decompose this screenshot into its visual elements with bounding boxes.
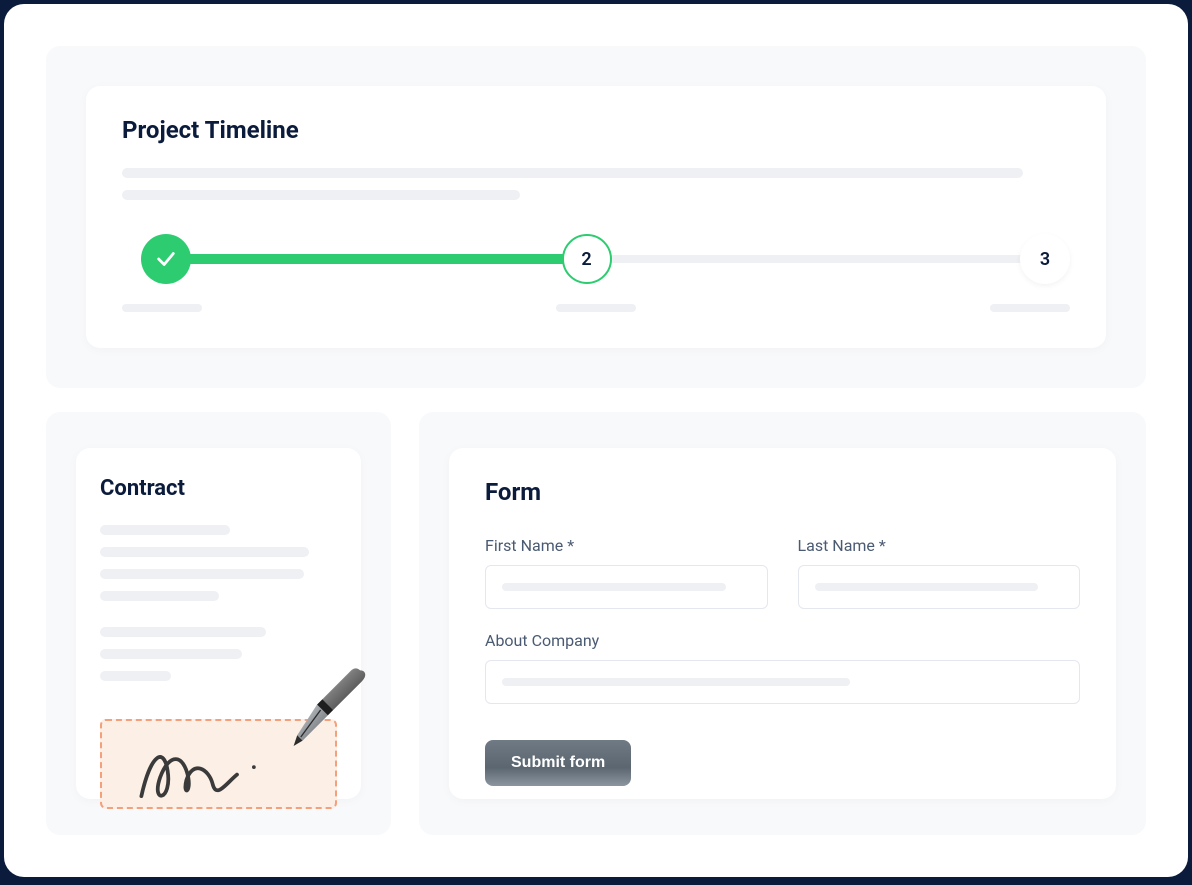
- placeholder-line: [100, 591, 219, 601]
- fountain-pen-icon: [281, 665, 371, 755]
- about-company-input[interactable]: [485, 660, 1080, 704]
- check-icon: [155, 248, 177, 270]
- placeholder-line: [100, 547, 309, 557]
- last-name-label: Last Name *: [798, 536, 1081, 555]
- first-name-label: First Name *: [485, 536, 768, 555]
- stepper-progress: [146, 254, 582, 264]
- placeholder-line: [815, 583, 1039, 591]
- submit-button[interactable]: Submit form: [485, 740, 631, 786]
- contract-title: Contract: [100, 476, 337, 501]
- timeline-title: Project Timeline: [122, 116, 1070, 144]
- contract-placeholder-text: [100, 525, 337, 681]
- placeholder-line: [100, 671, 171, 681]
- placeholder-line: [122, 304, 202, 312]
- form-card: Form First Name * Last Name *: [449, 448, 1116, 799]
- last-name-input[interactable]: [798, 565, 1081, 609]
- placeholder-line: [100, 525, 230, 535]
- placeholder-line: [122, 190, 520, 200]
- signature-icon: [132, 723, 282, 813]
- timeline-card: Project Timeline 2 3: [86, 86, 1106, 348]
- placeholder-line: [502, 583, 726, 591]
- contract-panel: Contract: [46, 412, 391, 835]
- step-captions: [122, 304, 1070, 312]
- step-2-label: 2: [581, 249, 591, 270]
- bottom-grid: Contract: [46, 412, 1146, 835]
- placeholder-line: [990, 304, 1070, 312]
- app-frame: Project Timeline 2 3: [4, 4, 1188, 877]
- placeholder-line: [100, 569, 304, 579]
- step-3-future[interactable]: 3: [1020, 234, 1070, 284]
- stepper: 2 3: [122, 232, 1070, 286]
- placeholder-line: [556, 304, 636, 312]
- signature-area[interactable]: [100, 719, 337, 809]
- last-name-field-wrap: Last Name *: [798, 536, 1081, 609]
- form-row-names: First Name * Last Name *: [485, 536, 1080, 609]
- placeholder-line: [122, 168, 1023, 178]
- placeholder-line: [502, 678, 850, 686]
- about-company-field-wrap: About Company: [485, 631, 1080, 704]
- step-2-current[interactable]: 2: [562, 234, 612, 284]
- first-name-input[interactable]: [485, 565, 768, 609]
- submit-button-label: Submit form: [511, 754, 605, 771]
- first-name-field-wrap: First Name *: [485, 536, 768, 609]
- form-panel: Form First Name * Last Name *: [419, 412, 1146, 835]
- about-company-label: About Company: [485, 631, 1080, 650]
- timeline-panel: Project Timeline 2 3: [46, 46, 1146, 388]
- timeline-placeholder-text: [122, 168, 1070, 200]
- placeholder-line: [100, 627, 266, 637]
- step-1-done[interactable]: [141, 234, 191, 284]
- contract-card: Contract: [76, 448, 361, 799]
- placeholder-line: [100, 649, 242, 659]
- step-3-label: 3: [1040, 249, 1050, 270]
- form-title: Form: [485, 478, 1080, 506]
